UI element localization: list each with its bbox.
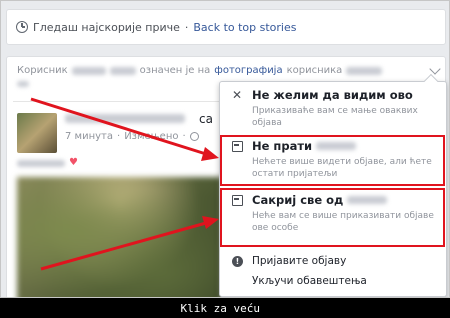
report-icon: ! (232, 256, 243, 267)
most-recent-bar: Гледаш најскорије приче · Back to top st… (6, 9, 446, 45)
screenshot-frame: Гледаш најскорије приче · Back to top st… (0, 0, 450, 298)
meta-dot: · (182, 131, 186, 142)
menu-item-report[interactable]: ! Пријавите објаву (220, 254, 446, 270)
globe-icon (189, 132, 199, 141)
separator-dot: · (184, 20, 189, 34)
menu-item-hide-post[interactable]: ✕ Не желим да видим ово Приказиваће вам … (220, 88, 446, 128)
menu-item-label: Пријавите објаву (252, 255, 347, 267)
blurred-name (71, 66, 106, 75)
post-time[interactable]: 7 минута (65, 131, 113, 142)
post-photo[interactable] (17, 177, 222, 297)
blurred-name (109, 66, 136, 75)
with-text: са (199, 112, 213, 126)
heart-icon: ♥ (69, 157, 78, 168)
blurred-post-text (17, 160, 65, 167)
clock-icon (16, 21, 28, 33)
chevron-down-icon[interactable] (429, 63, 441, 75)
edited-label[interactable]: Измењено (124, 131, 178, 142)
caption-bar[interactable]: Klik za veću (0, 298, 450, 318)
most-recent-label: Гледаш најскорије приче (33, 20, 180, 34)
story-header: Корисник означен је на фотографија корис… (17, 65, 383, 76)
highlight-box-hide-all (220, 188, 445, 247)
caption-text: Klik za veću (180, 301, 260, 315)
menu-item-title: Не желим да видим ово (252, 88, 413, 102)
close-icon: ✕ (232, 88, 243, 102)
menu-item-label: Укључи обавештења (252, 275, 367, 287)
blurred-name (17, 81, 29, 87)
story-tagged-text: означен је на (139, 65, 211, 76)
menu-item-desc: Приказиваће вам се мање оваквих објава (252, 106, 418, 128)
post-meta: 7 минута · Измењено · (65, 131, 199, 142)
meta-dot: · (117, 131, 121, 142)
blurred-author-name[interactable] (65, 114, 185, 123)
menu-item-notifications[interactable]: Укључи обавештења (220, 274, 446, 290)
story-prefix: Корисник (17, 65, 68, 76)
avatar[interactable] (17, 113, 57, 153)
story-suffix: корисника (286, 65, 343, 76)
blurred-name (346, 66, 383, 75)
photo-link[interactable]: фотографија (214, 65, 282, 76)
highlight-box-unfollow (220, 135, 445, 186)
back-to-top-stories-link[interactable]: Back to top stories (193, 21, 296, 34)
